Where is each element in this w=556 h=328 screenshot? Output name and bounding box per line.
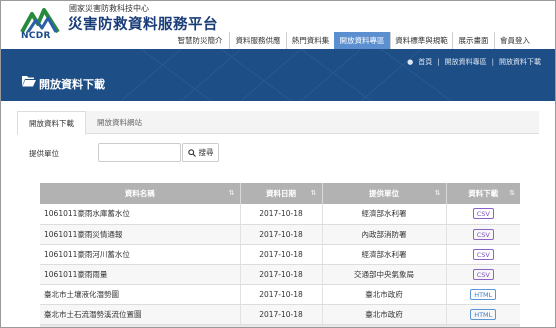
table-row: 1061011豪雨雨量 2017-10-18 交通部中央氣象局 CSV	[40, 264, 520, 285]
page-title: 開放資料下載	[39, 78, 105, 91]
nav-item-popular[interactable]: 熱門資料集	[286, 32, 334, 49]
dataset-name: 1061011豪雨災情通報	[40, 224, 241, 245]
breadcrumb-current: 開放資料下載	[499, 58, 541, 66]
dataset-date: 2017-10-18	[240, 304, 323, 325]
tab-bar: 開放資料下載 開放資料網站	[17, 111, 539, 135]
dataset-date: 2017-10-18	[240, 244, 323, 265]
sort-icon: ⇅	[434, 189, 441, 197]
site-title[interactable]: 災害防救資料服務平台	[68, 13, 218, 34]
html-download-button[interactable]: HTML	[470, 308, 497, 320]
nav-item-intro[interactable]: 智慧防災簡介	[171, 32, 229, 49]
column-header-download[interactable]: 資料下載 ⇅	[446, 183, 520, 204]
column-header-name[interactable]: 資料名稱 ⇅	[40, 183, 241, 204]
sort-icon: ⇅	[228, 189, 235, 197]
download-cell: HTML	[446, 284, 520, 305]
search-button-label: 搜尋	[198, 148, 214, 157]
table-row: 臺北市土壤液化潛勢圖 2017-10-18 臺北市政府 HTML	[40, 284, 520, 305]
breadcrumb-open-data[interactable]: 開放資料專區	[445, 57, 487, 67]
nav-item-display[interactable]: 展示畫面	[452, 32, 494, 49]
csv-download-button[interactable]: CSV	[472, 248, 494, 260]
table-row: 1061011豪雨河川蓄水位 2017-10-18 經濟部水利署 CSV	[40, 244, 520, 265]
provider-filter-label: 提供單位	[29, 149, 59, 158]
dataset-date: 2017-10-18	[240, 284, 323, 305]
nav-item-login[interactable]: 會員登入	[494, 32, 535, 49]
provider-filter-input[interactable]	[98, 143, 181, 162]
nav-item-standards[interactable]: 資料標準與規範	[390, 32, 452, 49]
table-row: 1061011豪雨災情通報 2017-10-18 內政部消防署 CSV	[40, 224, 520, 245]
search-button[interactable]: 搜尋	[182, 143, 219, 162]
csv-download-button[interactable]: CSV	[472, 228, 494, 240]
dataset-name: 1061011豪雨水庫蓄水位	[40, 204, 241, 225]
map-pin-icon: ●	[407, 58, 414, 66]
dataset-provider: 經濟部水利署	[322, 244, 447, 265]
dataset-provider: 內政部消防署	[322, 224, 447, 245]
sort-desc-icon: ⇅	[310, 189, 317, 197]
page-banner: ● 首頁 | 開放資料專區 | 開放資料下載 開放資料下載	[1, 49, 555, 101]
dataset-provider: 經濟部水利署	[322, 204, 447, 225]
data-table-container: 資料名稱 ⇅ 資料日期 ⇅ 提供單位 ⇅ 資料下載 ⇅ 1061011豪雨水庫蓄水位 2…	[40, 183, 520, 327]
html-download-button[interactable]: HTML	[470, 288, 497, 300]
table-row: 1061011豪雨水庫蓄水位 2017-10-18 經濟部水利署 CSV	[40, 204, 520, 225]
dataset-name: 1061011豪雨河川蓄水位	[40, 244, 241, 265]
logo-text: NCDR	[21, 31, 51, 41]
dataset-provider: 交通部中央氣象局	[322, 264, 447, 285]
breadcrumb: ● 首頁 | 開放資料專區 | 開放資料下載	[407, 57, 541, 67]
breadcrumb-separator: |	[437, 58, 440, 66]
download-cell: CSV	[446, 264, 520, 285]
breadcrumb-home[interactable]: 首頁	[418, 57, 432, 67]
download-cell: CSV	[446, 244, 520, 265]
tab-open-data-download[interactable]: 開放資料下載	[17, 111, 86, 135]
dataset-date: 2017-10-18	[240, 224, 323, 245]
dataset-date: 2017-10-18	[240, 204, 323, 225]
main-content: 開放資料下載 開放資料網站 提供單位 搜尋 資料名稱 ⇅ 資料日期 ⇅ 提供單位 ⇅ …	[17, 111, 539, 327]
table-header-row: 資料名稱 ⇅ 資料日期 ⇅ 提供單位 ⇅ 資料下載 ⇅	[40, 183, 520, 204]
main-nav: 智慧防災簡介 資料服務供應 熱門資料集 開放資料專區 資料標準與規範 展示畫面 …	[171, 32, 535, 49]
folder-open-icon	[22, 76, 36, 87]
column-header-date[interactable]: 資料日期 ⇅	[240, 183, 323, 204]
page-frame: NCDR 國家災害防救科技中心 災害防救資料服務平台 智慧防災簡介 資料服務供應…	[0, 0, 556, 328]
dataset-name: 臺北市土石流潛勢溪流位置圖	[40, 304, 241, 325]
dataset-name: 1061011豪雨雨量	[40, 264, 241, 285]
csv-download-button[interactable]: CSV	[472, 268, 494, 280]
dataset-provider: 臺北市政府	[322, 284, 447, 305]
dataset-date: 2017-10-18	[240, 264, 323, 285]
sort-icon: ⇅	[509, 189, 515, 197]
open-data-table: 資料名稱 ⇅ 資料日期 ⇅ 提供單位 ⇅ 資料下載 ⇅ 1061011豪雨水庫蓄水位 2…	[40, 183, 520, 325]
nav-item-data-service[interactable]: 資料服務供應	[229, 32, 286, 49]
site-header: NCDR 國家災害防救科技中心 災害防救資料服務平台 智慧防災簡介 資料服務供應…	[1, 1, 555, 49]
breadcrumb-separator: |	[491, 58, 494, 66]
download-cell: HTML	[446, 304, 520, 325]
tab-open-data-websites[interactable]: 開放資料網站	[86, 111, 153, 134]
search-icon	[187, 148, 196, 157]
column-header-provider[interactable]: 提供單位 ⇅	[322, 183, 447, 204]
nav-item-open-data[interactable]: 開放資料專區	[334, 32, 390, 49]
dataset-name: 臺北市土壤液化潛勢圖	[40, 284, 241, 305]
dataset-provider: 臺北市政府	[322, 304, 447, 325]
csv-download-button[interactable]: CSV	[472, 208, 494, 220]
download-cell: CSV	[446, 204, 520, 225]
download-cell: CSV	[446, 224, 520, 245]
table-row: 臺北市土石流潛勢溪流位置圖 2017-10-18 臺北市政府 HTML	[40, 304, 520, 325]
